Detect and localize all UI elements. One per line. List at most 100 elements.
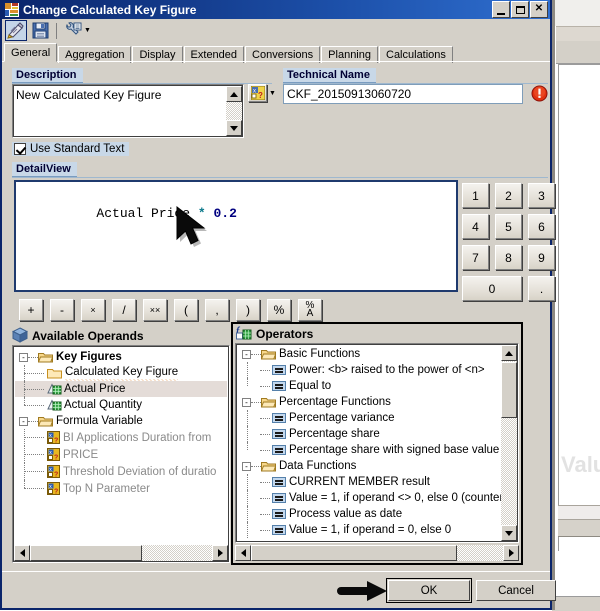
tree-node-percentage-variance[interactable]: Percentage variance bbox=[238, 410, 500, 426]
expander-icon[interactable]: - bbox=[242, 461, 251, 471]
use-standard-text-checkbox[interactable] bbox=[14, 143, 26, 155]
text-variable-dropdown-caret-icon[interactable]: ▼ bbox=[269, 90, 276, 97]
close-icon[interactable]: ✕ bbox=[530, 1, 548, 18]
ok-button[interactable]: OK bbox=[386, 578, 472, 603]
tab-extended[interactable]: Extended bbox=[183, 46, 245, 63]
use-standard-text-row[interactable]: Use Standard Text bbox=[12, 142, 130, 156]
op-minus-button[interactable]: - bbox=[50, 299, 74, 321]
tree-node-threshold-deviation[interactable]: x ? Threshold Deviation of duratio bbox=[15, 463, 227, 480]
dialog-title-bar[interactable]: Change Calculated Key Figure ✕ bbox=[2, 0, 550, 19]
expander-icon[interactable]: - bbox=[19, 416, 28, 426]
operators-scroll-right-button[interactable] bbox=[503, 545, 519, 561]
expander-icon[interactable]: - bbox=[242, 397, 251, 407]
operators-scroll-down-button[interactable] bbox=[501, 525, 517, 541]
op-percent-button[interactable]: % bbox=[267, 299, 291, 321]
detail-view-legend: DetailView bbox=[12, 162, 77, 177]
tree-node-actual-price[interactable]: Actual Price bbox=[15, 381, 227, 397]
tree-node-key-figures[interactable]: - Key Figures bbox=[15, 349, 227, 365]
operators-vscrollbar[interactable] bbox=[501, 345, 517, 541]
operands-scroll-right-button[interactable] bbox=[212, 545, 228, 561]
keypad-key-decimal[interactable]: . bbox=[528, 276, 555, 301]
description-text-tools[interactable]: x ? ▼ bbox=[248, 84, 276, 102]
toolbar-dropdown-caret-icon[interactable]: ▼ bbox=[84, 27, 91, 34]
operators-header: f Operators bbox=[233, 324, 521, 343]
technical-name-input[interactable]: CKF_20150913060720 bbox=[283, 84, 523, 104]
tree-label: CURRENT MEMBER result bbox=[289, 476, 430, 488]
tree-node-value-equals-zero[interactable]: Value = 1, if operand = 0, else 0 bbox=[238, 522, 500, 538]
op-comma-button[interactable]: , bbox=[205, 299, 229, 321]
keypad-key-8[interactable]: 8 bbox=[495, 245, 522, 270]
tree-node-current-member-result[interactable]: CURRENT MEMBER result bbox=[238, 474, 500, 490]
tools-wrench-icon[interactable] bbox=[62, 20, 84, 41]
keypad-key-2[interactable]: 2 bbox=[495, 183, 522, 208]
op-multiply-button[interactable]: × bbox=[81, 299, 105, 321]
tree-node-actual-quantity[interactable]: Actual Quantity bbox=[15, 397, 227, 413]
tab-calculations[interactable]: Calculations bbox=[379, 46, 453, 63]
save-icon[interactable] bbox=[29, 20, 51, 41]
keypad-key-1[interactable]: 1 bbox=[462, 183, 489, 208]
keypad-key-7[interactable]: 7 bbox=[462, 245, 489, 270]
edit-pencil-icon[interactable] bbox=[5, 20, 27, 41]
tree-node-power[interactable]: Power: <b> raised to the power of <n> bbox=[238, 362, 500, 378]
tab-display[interactable]: Display bbox=[132, 46, 183, 63]
formula-editor[interactable]: Actual Price * 0.2 bbox=[14, 180, 458, 292]
op-power-button[interactable]: ×× bbox=[143, 299, 167, 321]
operators-hscrollbar[interactable] bbox=[235, 545, 519, 561]
description-scroll-up-button[interactable] bbox=[226, 86, 242, 102]
cancel-button[interactable]: Cancel bbox=[476, 580, 556, 601]
description-scrollbar[interactable] bbox=[226, 86, 242, 136]
operands-scroll-left-button[interactable] bbox=[14, 545, 30, 561]
tree-node-percentage-share[interactable]: Percentage share bbox=[238, 426, 500, 442]
tree-node-percentage-share-signed[interactable]: Percentage share with signed base value bbox=[238, 442, 500, 458]
keypad-key-6[interactable]: 6 bbox=[528, 214, 555, 239]
operators-scroll-left-button[interactable] bbox=[235, 545, 251, 561]
tab-conversions[interactable]: Conversions bbox=[245, 46, 321, 63]
expander-icon[interactable]: - bbox=[242, 349, 251, 359]
tree-node-calculated-key-figure[interactable]: Calculated Key Figure bbox=[15, 364, 227, 382]
cube-icon bbox=[11, 326, 29, 346]
keypad-key-9[interactable]: 9 bbox=[528, 245, 555, 270]
window-controls[interactable]: ✕ bbox=[492, 1, 548, 18]
operator-icon bbox=[272, 365, 286, 375]
keypad-key-4[interactable]: 4 bbox=[462, 214, 489, 239]
operators-tree[interactable]: - Basic Functions Power: <b> raised to t… bbox=[235, 343, 519, 543]
keypad-key-3[interactable]: 3 bbox=[528, 183, 555, 208]
description-textarea[interactable]: New Calculated Key Figure bbox=[12, 84, 244, 138]
tree-label: Data Functions bbox=[279, 460, 357, 472]
text-variable-icon[interactable]: x ? bbox=[248, 84, 267, 102]
tree-node-counter[interactable]: Value = 1, if operand <> 0, else 0 (coun… bbox=[238, 490, 507, 506]
tree-label: Percentage Functions bbox=[279, 396, 391, 408]
tab-planning[interactable]: Planning bbox=[321, 46, 378, 63]
tree-node-percentage-functions[interactable]: - Percentage Functions bbox=[238, 394, 500, 410]
operands-hscrollbar[interactable] bbox=[14, 545, 228, 561]
tree-node-bi-applications-duration[interactable]: x ? BI Applications Duration from bbox=[15, 429, 227, 446]
minimize-icon[interactable] bbox=[492, 1, 510, 18]
description-scroll-down-button[interactable] bbox=[226, 120, 242, 136]
operator-icon bbox=[272, 413, 286, 423]
tab-aggregation[interactable]: Aggregation bbox=[58, 46, 132, 63]
operator-icon bbox=[272, 381, 286, 391]
keypad-key-5[interactable]: 5 bbox=[495, 214, 522, 239]
operators-scroll-up-button[interactable] bbox=[501, 345, 517, 361]
op-paren-open-button[interactable]: ( bbox=[174, 299, 198, 321]
tree-node-price[interactable]: x ? PRICE bbox=[15, 446, 227, 463]
available-operands-tree[interactable]: - Key Figures Calculated Key Figure Actu… bbox=[12, 345, 230, 563]
tab-general[interactable]: General bbox=[4, 43, 58, 62]
op-plus-button[interactable]: + bbox=[19, 299, 43, 321]
op-paren-close-button[interactable]: ) bbox=[236, 299, 260, 321]
tree-node-basic-functions[interactable]: - Basic Functions bbox=[238, 346, 500, 362]
expander-icon[interactable]: - bbox=[19, 352, 28, 362]
variable-icon: x ? bbox=[47, 431, 60, 445]
technical-name-legend: Technical Name bbox=[283, 68, 376, 83]
tree-node-equal-to[interactable]: Equal to bbox=[238, 378, 500, 394]
op-divide-button[interactable]: / bbox=[112, 299, 136, 321]
error-exclamation-icon bbox=[531, 85, 548, 105]
maximize-icon[interactable] bbox=[511, 1, 529, 18]
keypad-key-0[interactable]: 0 bbox=[462, 276, 522, 301]
op-percent-a-button[interactable]: % A bbox=[298, 299, 322, 321]
tree-node-formula-variable[interactable]: - Formula Variable bbox=[15, 413, 227, 429]
folder-open-icon bbox=[37, 415, 54, 427]
tree-node-process-value-as-date[interactable]: Process value as date bbox=[238, 506, 500, 522]
tree-node-data-functions[interactable]: - Data Functions bbox=[238, 458, 500, 474]
tree-node-top-n-parameter[interactable]: x ? Top N Parameter bbox=[15, 480, 227, 497]
